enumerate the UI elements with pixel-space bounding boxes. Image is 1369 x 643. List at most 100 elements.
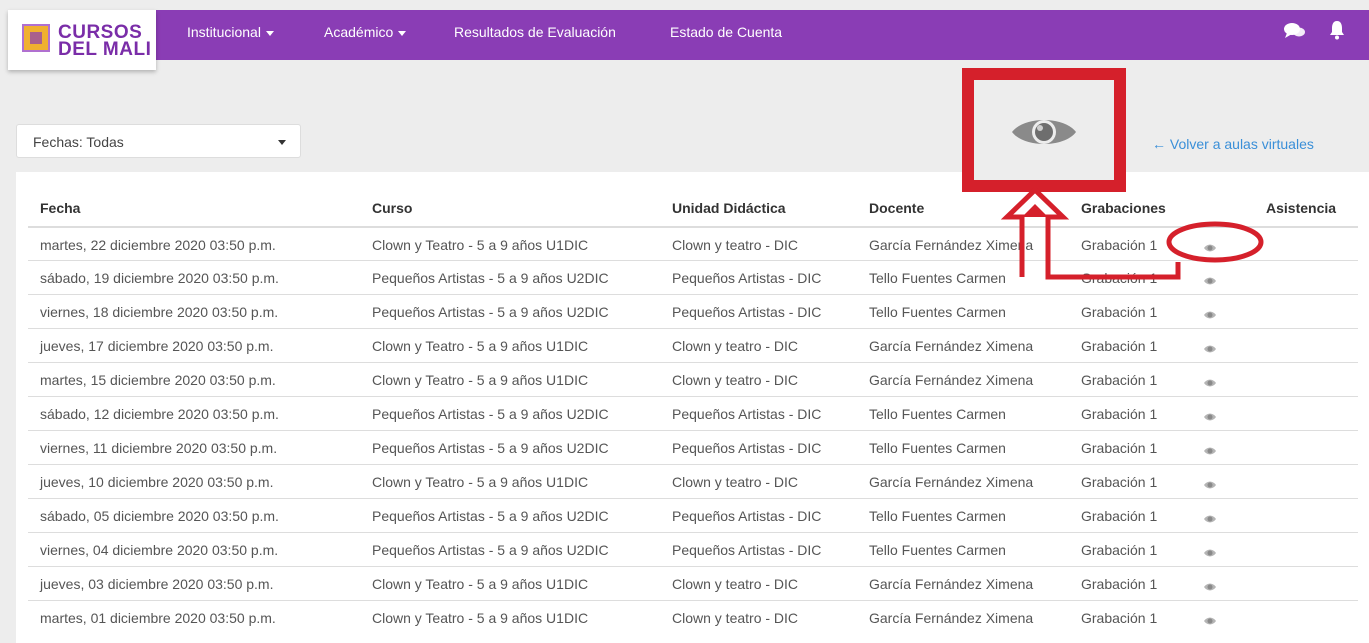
cell-docente: García Fernández Ximena [869, 237, 1034, 253]
cell-fecha: viernes, 11 diciembre 2020 03:50 p.m. [40, 440, 278, 456]
eye-icon[interactable] [1203, 511, 1217, 529]
nav-resultados[interactable]: Resultados de Evaluación [454, 10, 616, 60]
table-row: martes, 01 diciembre 2020 03:50 p.m. Clow… [28, 600, 1358, 634]
cell-fecha: viernes, 18 diciembre 2020 03:50 p.m. [40, 304, 279, 320]
nav-estado-cuenta[interactable]: Estado de Cuenta [670, 10, 782, 60]
eye-icon[interactable] [1203, 375, 1217, 393]
cell-curso: Clown y Teatro - 5 a 9 años U1DIC [372, 610, 589, 626]
header-curso: Curso [372, 200, 413, 216]
cell-fecha: martes, 22 diciembre 2020 03:50 p.m. [40, 237, 276, 253]
cell-grabacion[interactable]: Grabación 1 [1081, 440, 1157, 456]
header-docente: Docente [869, 200, 925, 216]
cell-grabacion[interactable]: Grabación 1 [1081, 304, 1157, 320]
nav-estado-cuenta-label: Estado de Cuenta [670, 24, 783, 40]
header-asistencia: Asistencia [1266, 200, 1337, 216]
cell-unidad: Clown y teatro - DIC [672, 610, 799, 626]
table-row: viernes, 04 diciembre 2020 03:50 p.m. Peq… [28, 532, 1358, 566]
eye-icon[interactable] [1203, 273, 1217, 291]
cell-grabacion[interactable]: Grabación 1 [1081, 237, 1157, 253]
cell-curso: Pequeños Artistas - 5 a 9 años U2DIC [372, 304, 609, 320]
cell-unidad: Clown y teatro - DIC [672, 237, 799, 253]
cell-curso: Clown y Teatro - 5 a 9 años U1DIC [372, 474, 589, 490]
bell-icon[interactable] [1328, 20, 1346, 40]
brand-logo[interactable]: CURSOS DEL MALI [8, 10, 156, 70]
eye-icon[interactable] [1203, 307, 1217, 325]
logo-mark [22, 24, 50, 52]
eye-icon[interactable] [1203, 409, 1217, 427]
cell-fecha: jueves, 10 diciembre 2020 03:50 p.m. [40, 474, 274, 490]
cell-grabacion[interactable]: Grabación 1 [1081, 372, 1157, 388]
cell-curso: Pequeños Artistas - 5 a 9 años U2DIC [372, 542, 609, 558]
cell-docente: García Fernández Ximena [869, 576, 1034, 592]
cell-unidad: Pequeños Artistas - DIC [672, 406, 822, 422]
table-row: jueves, 10 diciembre 2020 03:50 p.m. Clow… [28, 464, 1358, 498]
cell-docente: Tello Fuentes Carmen [869, 440, 1006, 456]
eye-icon [1012, 120, 1076, 144]
cell-grabacion[interactable]: Grabación 1 [1081, 474, 1157, 490]
cell-unidad: Clown y teatro - DIC [672, 474, 799, 490]
cell-grabacion[interactable]: Grabación 1 [1081, 610, 1157, 626]
eye-icon[interactable] [1203, 240, 1217, 258]
eye-icon[interactable] [1203, 477, 1217, 495]
cell-docente: García Fernández Ximena [869, 372, 1034, 388]
cell-curso: Pequeños Artistas - 5 a 9 años U2DIC [372, 508, 609, 524]
cell-unidad: Clown y teatro - DIC [672, 338, 799, 354]
cell-docente: Tello Fuentes Carmen [869, 406, 1006, 422]
cell-grabacion[interactable]: Grabación 1 [1081, 338, 1157, 354]
table-row: viernes, 11 diciembre 2020 03:50 p.m. Peq… [28, 430, 1358, 464]
cell-docente: Tello Fuentes Carmen [869, 508, 1006, 524]
cell-docente: García Fernández Ximena [869, 338, 1034, 354]
nav-resultados-label: Resultados de Evaluación [454, 24, 616, 40]
cell-docente: Tello Fuentes Carmen [869, 304, 1006, 320]
cell-unidad: Pequeños Artistas - DIC [672, 440, 822, 456]
table-row: martes, 15 diciembre 2020 03:50 p.m. Clow… [28, 362, 1358, 396]
cell-fecha: viernes, 04 diciembre 2020 03:50 p.m. [40, 542, 279, 558]
cell-curso: Pequeños Artistas - 5 a 9 años U2DIC [372, 440, 609, 456]
date-filter-value: Fechas: Todas [33, 134, 124, 150]
cell-unidad: Pequeños Artistas - DIC [672, 542, 822, 558]
brand-line-2: DEL MALI [58, 39, 152, 60]
caret-down-icon [398, 30, 407, 36]
cell-curso: Pequeños Artistas - 5 a 9 años U2DIC [372, 270, 609, 286]
table-row: viernes, 18 diciembre 2020 03:50 p.m. Peq… [28, 294, 1358, 328]
nav-academico-label: Académico [324, 24, 394, 40]
cell-curso: Clown y Teatro - 5 a 9 años U1DIC [372, 576, 589, 592]
table-row: jueves, 17 diciembre 2020 03:50 p.m. Clow… [28, 328, 1358, 362]
cell-fecha: sábado, 05 diciembre 2020 03:50 p.m. [40, 508, 279, 524]
cell-fecha: martes, 01 diciembre 2020 03:50 p.m. [40, 610, 276, 626]
cell-docente: García Fernández Ximena [869, 474, 1034, 490]
eye-icon[interactable] [1203, 545, 1217, 563]
cell-unidad: Pequeños Artistas - DIC [672, 304, 822, 320]
back-to-virtual-classrooms-link[interactable]: ← Volver a aulas virtuales [1152, 136, 1314, 152]
cell-unidad: Clown y teatro - DIC [672, 576, 799, 592]
header-unidad: Unidad Didáctica [672, 200, 786, 216]
cell-fecha: sábado, 12 diciembre 2020 03:50 p.m. [40, 406, 279, 422]
header-fecha: Fecha [40, 200, 81, 216]
cell-unidad: Pequeños Artistas - DIC [672, 270, 822, 286]
nav-academico[interactable]: Académico [324, 10, 407, 60]
cell-grabacion[interactable]: Grabación 1 [1081, 406, 1157, 422]
nav-institucional[interactable]: Institucional [187, 10, 274, 60]
table-row: jueves, 03 diciembre 2020 03:50 p.m. Clow… [28, 566, 1358, 600]
cell-fecha: martes, 15 diciembre 2020 03:50 p.m. [40, 372, 276, 388]
eye-icon[interactable] [1203, 443, 1217, 461]
cell-curso: Clown y Teatro - 5 a 9 años U1DIC [372, 372, 589, 388]
chat-icon[interactable] [1284, 22, 1306, 40]
chevron-down-icon [278, 140, 286, 145]
cell-grabacion[interactable]: Grabación 1 [1081, 542, 1157, 558]
cell-curso: Pequeños Artistas - 5 a 9 años U2DIC [372, 406, 609, 422]
cell-grabacion[interactable]: Grabación 1 [1081, 270, 1157, 286]
cell-grabacion[interactable]: Grabación 1 [1081, 576, 1157, 592]
date-filter-select[interactable]: Fechas: Todas [16, 124, 301, 158]
cell-fecha: jueves, 17 diciembre 2020 03:50 p.m. [40, 338, 274, 354]
cell-fecha: sábado, 19 diciembre 2020 03:50 p.m. [40, 270, 279, 286]
cell-curso: Clown y Teatro - 5 a 9 años U1DIC [372, 237, 589, 253]
caret-down-icon [265, 30, 274, 36]
table-row: sábado, 05 diciembre 2020 03:50 p.m. Pequ… [28, 498, 1358, 532]
header-grabaciones: Grabaciones [1081, 200, 1166, 216]
eye-icon[interactable] [1203, 341, 1217, 359]
cell-unidad: Clown y teatro - DIC [672, 372, 799, 388]
eye-icon[interactable] [1203, 579, 1217, 597]
cell-grabacion[interactable]: Grabación 1 [1081, 508, 1157, 524]
eye-icon[interactable] [1203, 613, 1217, 631]
